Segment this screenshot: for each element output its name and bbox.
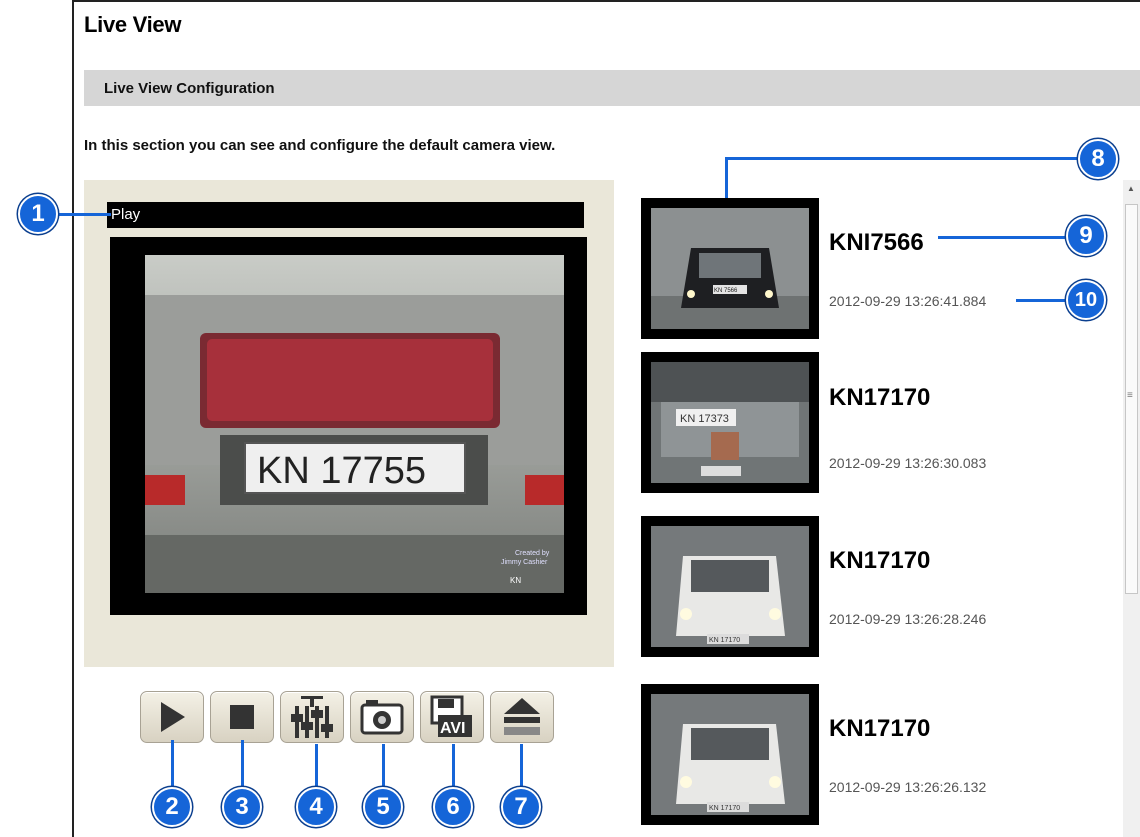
callout-8: 8	[1078, 139, 1118, 179]
save-avi-icon: AVI	[430, 695, 472, 737]
result-plate: KN17170	[829, 715, 931, 742]
live-video-image[interactable]: KN 17755 Created by Jimmy Cashier KN	[145, 255, 564, 593]
result-timestamp: 2012-09-29 13:26:30.083	[829, 455, 987, 471]
callout-7: 7	[501, 787, 541, 827]
result-thumbnail[interactable]: KN 17373	[641, 352, 819, 493]
result-thumbnail[interactable]: KN 7566	[641, 198, 819, 339]
callout-10: 10	[1066, 280, 1106, 320]
thumb-plate-4: KN 17170	[709, 805, 740, 812]
result-thumbnail[interactable]: KN 17170	[641, 684, 819, 825]
thumb-plate-2: KN 17373	[680, 413, 729, 425]
callout-line-2	[171, 740, 174, 790]
callout-1: 1	[18, 194, 58, 234]
callout-6: 6	[433, 787, 473, 827]
scroll-up-arrow-icon[interactable]: ▲	[1127, 184, 1135, 193]
page-title: Live View	[84, 12, 182, 37]
callout-line-9	[938, 236, 1068, 239]
result-timestamp: 2012-09-29 13:26:28.246	[829, 611, 987, 627]
eject-icon	[504, 698, 540, 735]
callout-9: 9	[1066, 216, 1106, 256]
result-timestamp: 2012-09-29 13:26:26.132	[829, 779, 987, 795]
scroll-grip-icon: ≡	[1127, 390, 1133, 401]
callout-line-4	[315, 744, 318, 790]
callout-line-7	[520, 744, 523, 790]
callout-line-10	[1016, 299, 1068, 302]
settings-button[interactable]	[280, 691, 344, 743]
player-status-text: Play	[111, 206, 141, 223]
record-avi-button[interactable]: AVI	[420, 691, 484, 743]
camera-icon	[360, 700, 404, 735]
play-button[interactable]	[140, 691, 204, 743]
thumb-plate-1: KN 7566	[714, 288, 738, 294]
snapshot-button[interactable]	[350, 691, 414, 743]
video-overlay-line-2: Jimmy Cashier	[501, 559, 548, 566]
play-icon	[161, 702, 185, 732]
player-status-bar	[107, 202, 584, 228]
result-plate: KN17170	[829, 384, 931, 411]
equalizer-icon	[291, 696, 333, 738]
result-plate: KNI7566	[829, 229, 924, 256]
result-thumbnail[interactable]: KN 17170	[641, 516, 819, 657]
result-timestamp: 2012-09-29 13:26:41.884	[829, 293, 987, 309]
callout-3: 3	[222, 787, 262, 827]
callout-5: 5	[363, 787, 403, 827]
section-title: Live View Configuration	[104, 80, 275, 97]
callout-4: 4	[296, 787, 336, 827]
callout-line-8b	[725, 157, 1080, 160]
stop-button[interactable]	[210, 691, 274, 743]
video-plate-text: KN 17755	[257, 450, 426, 492]
video-overlay-line-1: Created by	[515, 550, 550, 557]
video-overlay-line-3: KN	[510, 576, 521, 585]
stop-icon	[230, 705, 254, 729]
intro-text: In this section you can see and configur…	[84, 137, 556, 154]
callout-line-1	[58, 213, 111, 216]
callout-2: 2	[152, 787, 192, 827]
callout-line-5	[382, 744, 385, 790]
thumb-plate-3: KN 17170	[709, 637, 740, 644]
callout-line-8a	[725, 157, 728, 198]
export-button[interactable]	[490, 691, 554, 743]
callout-line-3	[241, 740, 244, 790]
result-plate: KN17170	[829, 547, 931, 574]
callout-line-6	[452, 744, 455, 790]
avi-label: AVI	[440, 720, 465, 737]
